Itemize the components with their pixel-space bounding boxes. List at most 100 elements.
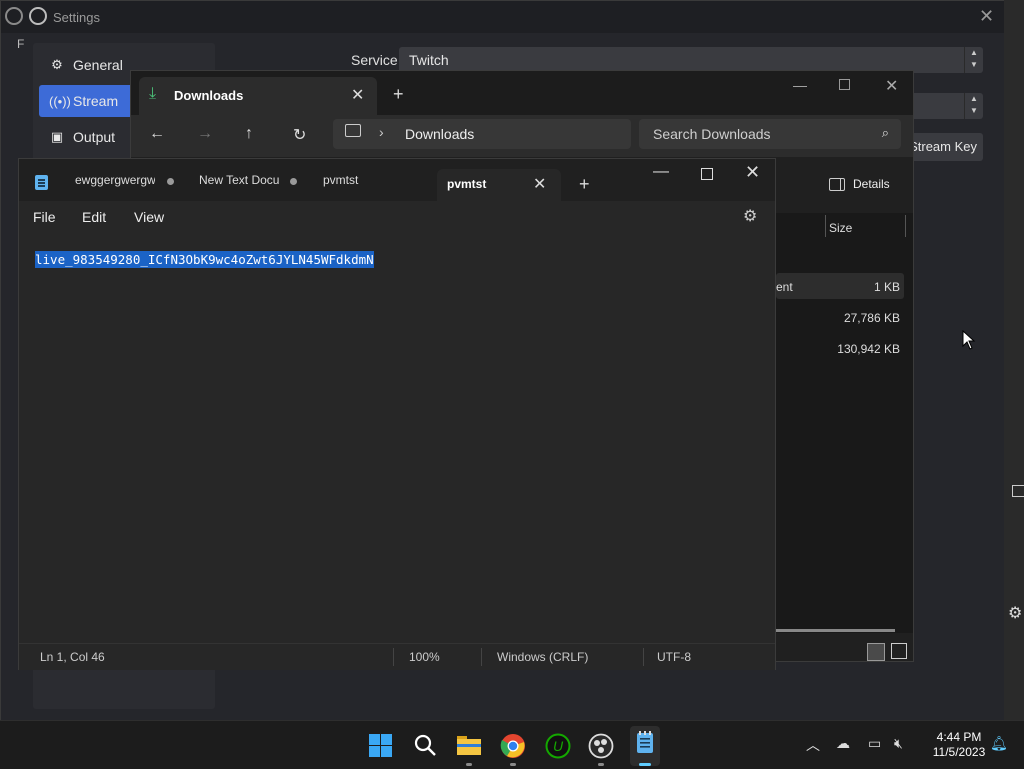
notepad-tab-1[interactable]: ewggergwergw (75, 173, 155, 193)
column-header-size[interactable]: Size (829, 221, 852, 235)
search-icon[interactable] (413, 733, 439, 759)
search-input[interactable]: Search Downloads ⌕ (639, 119, 901, 149)
close-tab-icon[interactable]: ✕ (351, 85, 364, 105)
encoding[interactable]: UTF-8 (657, 650, 691, 664)
unsaved-dot-icon (167, 178, 174, 185)
sidebar-item-label: Output (73, 129, 116, 145)
new-tab-icon[interactable]: + (393, 84, 404, 105)
taskbar: U ︿ ☁ ▭ 🔇︎ 4:44 PM 11/5/2023 🔔︎ (0, 720, 1024, 769)
address-bar[interactable]: › Downloads (333, 119, 631, 149)
forward-arrow-icon[interactable]: → (197, 125, 213, 143)
search-icon: ⌕ (881, 125, 889, 140)
active-tab-label: pvmtst (447, 177, 487, 191)
explorer-tab-label: Downloads (174, 88, 244, 103)
obs-window-title: Settings (53, 10, 100, 25)
sidebar-item-output[interactable]: ▣ Output (39, 121, 133, 153)
clock-time: 4:44 PM (936, 730, 982, 744)
notepad-tab-active[interactable]: pvmtst ✕ (437, 169, 561, 201)
up-arrow-icon[interactable]: ↑ (245, 125, 253, 143)
new-tab-icon[interactable]: + (579, 174, 590, 195)
column-separator (905, 215, 906, 237)
notepad-tab-3[interactable]: pvmtst (323, 173, 403, 193)
service-select-value: Twitch (409, 52, 449, 68)
address-location: Downloads (405, 126, 475, 142)
unsaved-dot-icon (290, 178, 297, 185)
details-pane-button[interactable]: Details (829, 177, 890, 191)
table-row[interactable]: 130,942 KB (776, 335, 904, 361)
zoom-level[interactable]: 100% (409, 650, 440, 664)
obs-menu-letter: F (17, 37, 25, 51)
refresh-icon[interactable]: ↻ (293, 125, 306, 145)
chrome-icon[interactable] (500, 733, 526, 759)
obs-logo-icon (29, 7, 47, 25)
file-type: ent (776, 280, 793, 294)
antenna-icon: ((•)) (49, 93, 71, 109)
notepad-tab-bar: ewggergwergw New Text Docu pvmtst pvmtst… (19, 159, 775, 201)
notepad-menu-bar (19, 201, 775, 235)
status-separator (643, 648, 644, 666)
file-explorer-icon[interactable] (456, 733, 482, 759)
notification-bell-icon[interactable]: 🔔︎ (990, 735, 1008, 752)
text-editor-area[interactable] (19, 235, 775, 639)
gear-icon: ⚙ (51, 57, 63, 72)
obs-app-icon (5, 7, 23, 25)
output-icon: ▣ (50, 129, 64, 144)
onedrive-icon[interactable]: ☁ (836, 735, 850, 752)
maximize-icon[interactable] (839, 79, 850, 90)
network-icon[interactable]: ▭ (868, 735, 881, 752)
service-label: Service (351, 52, 398, 68)
close-tab-icon[interactable]: ✕ (533, 174, 546, 194)
volume-muted-icon[interactable]: 🔇︎ (894, 735, 903, 752)
get-stream-key-button[interactable]: Stream Key (907, 133, 983, 161)
clock[interactable]: 4:44 PM 11/5/2023 (924, 730, 994, 760)
spinner-arrows-icon: ▲ ▼ (964, 47, 983, 73)
notepad-tab-2[interactable]: New Text Docu (199, 173, 279, 193)
sidebar-item-label: General (73, 57, 123, 73)
chevron-up-icon[interactable]: ︿ (806, 735, 820, 755)
menu-edit[interactable]: Edit (82, 209, 106, 225)
obs-title-bar: Settings ✕ (1, 1, 1005, 33)
details-label: Details (853, 177, 890, 191)
explorer-tab-downloads[interactable]: ⤓ Downloads ✕ (139, 77, 377, 115)
cursor-position[interactable]: Ln 1, Col 46 (40, 650, 105, 664)
notepad-icon[interactable] (630, 726, 660, 766)
active-indicator (639, 763, 651, 766)
column-separator (825, 215, 826, 237)
maximize-icon[interactable] (701, 168, 713, 180)
minimize-icon[interactable]: — (653, 163, 669, 181)
obs-close-icon[interactable]: ✕ (979, 6, 994, 27)
obs-icon[interactable] (588, 733, 614, 759)
svg-text:U: U (553, 738, 564, 754)
selected-text[interactable]: live_983549280_ICfN3ObK9wc4oZwt6JYLN45WF… (35, 251, 374, 268)
server-select[interactable]: ▲ ▼ (911, 93, 983, 119)
details-view-icon[interactable] (867, 643, 885, 661)
file-size: 27,786 KB (843, 311, 900, 325)
menu-view[interactable]: View (134, 209, 164, 225)
settings-gear-icon[interactable]: ⚙ (743, 206, 757, 226)
status-separator (393, 648, 394, 666)
notepad-window: ewggergwergw New Text Docu pvmtst pvmtst… (18, 158, 776, 670)
this-pc-icon (345, 124, 361, 137)
gear-icon[interactable]: ⚙ (1008, 603, 1022, 623)
notepad-app-icon (35, 175, 48, 190)
minimize-icon[interactable]: — (793, 77, 807, 93)
line-ending[interactable]: Windows (CRLF) (497, 650, 588, 664)
sidebar-item-stream[interactable]: ((•)) Stream (39, 85, 133, 117)
horizontal-scrollbar[interactable] (775, 629, 895, 632)
menu-file[interactable]: File (33, 209, 56, 225)
start-icon[interactable] (368, 733, 394, 759)
file-size: 1 KB (873, 280, 900, 294)
window-icon (1012, 485, 1024, 497)
running-indicator (510, 763, 516, 766)
table-row[interactable]: ent 1 KB (776, 273, 904, 299)
details-pane-icon (829, 177, 845, 191)
close-icon[interactable]: ✕ (745, 162, 760, 183)
back-arrow-icon[interactable]: ← (149, 125, 165, 143)
table-row[interactable]: 27,786 KB (776, 304, 904, 330)
tiles-view-icon[interactable] (891, 643, 907, 659)
download-arrow-icon: ⤓ (149, 85, 157, 102)
close-icon[interactable]: ✕ (885, 76, 898, 96)
running-indicator (466, 763, 472, 766)
running-indicator (598, 763, 604, 766)
upwork-icon[interactable]: U (545, 733, 571, 759)
